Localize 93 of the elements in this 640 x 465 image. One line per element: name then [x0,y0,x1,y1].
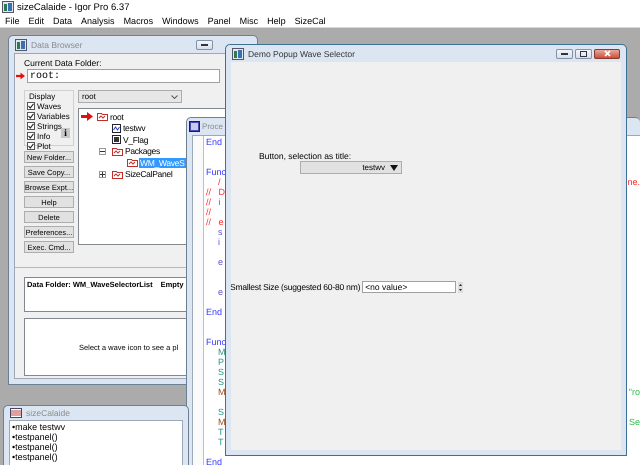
wave-icon [112,124,121,133]
tree-item[interactable]: SizeCalPanel [124,169,174,180]
checkbox[interactable] [27,102,35,110]
maximize-button[interactable] [575,48,592,58]
checkbox-label: Info [37,132,50,140]
tree-item[interactable]: testwv [122,123,146,134]
dropdown-triangle-icon [390,164,398,170]
code-text: T [218,427,224,437]
collapse-icon[interactable] [99,148,106,155]
menu-item[interactable]: Help [267,16,286,26]
code-text: // e [206,217,224,227]
checkbox-label: Variables [37,112,70,120]
current-folder-arrow-icon [16,72,25,80]
history-line: •testpanel() [12,442,59,452]
command-window-icon [10,408,22,418]
checkbox-label: Strings [37,122,62,130]
folder-icon [112,146,123,156]
minimize-icon [561,52,568,54]
menu-item[interactable]: Data [53,16,72,26]
code-text: "ro [628,387,640,397]
code-text: Func [206,167,226,177]
tree-item[interactable]: root [109,112,124,122]
window-title: Data Browser [31,40,82,50]
code-text: T [218,437,224,447]
tree-item[interactable]: V_Flag [122,134,150,145]
menu-item[interactable]: SizeCal [294,16,326,26]
code-text: S [218,407,224,417]
history-line: •testpanel() [12,432,59,442]
spinner-icon[interactable] [458,282,464,292]
window-title: Proce [202,122,223,131]
code-text: S [218,367,224,377]
minimize-icon [201,44,208,46]
code-text: e [218,257,224,267]
app-title: sizeCalaide - Igor Pro 6.37 [17,2,130,12]
size-field[interactable]: <no value> [362,281,456,293]
close-button[interactable] [594,48,620,58]
close-icon [604,50,610,57]
folder-dropdown[interactable]: root [78,90,182,103]
code-text: // i [206,197,221,207]
menu-item[interactable]: Misc [240,16,258,26]
code-text: // [206,207,212,217]
window-title: sizeCalaide [26,408,70,418]
info-button[interactable]: i [61,128,70,138]
code-text: End [206,137,222,147]
code-text: End [206,307,222,317]
checkbox[interactable] [27,132,35,140]
code-text: M [218,347,226,357]
procedure-icon [189,121,200,132]
code-text: S [218,377,224,387]
window-icon [232,48,244,60]
variable-icon [112,135,121,144]
code-text: ne. [627,177,640,187]
menu-item[interactable]: Analysis [81,16,115,26]
menu-item[interactable]: Windows [162,16,199,26]
minimize-button[interactable] [196,40,213,50]
popup-label: Button, selection as title: [259,151,352,161]
code-text: e [218,287,224,297]
menu-item[interactable]: Panel [208,16,231,26]
code-text: M [218,417,226,427]
checkbox[interactable] [27,112,35,120]
maximize-icon [580,50,587,56]
menu-item[interactable]: File [5,16,20,26]
folder-label: Current Data Folder: [24,58,102,68]
group-label: Display [29,92,56,101]
code-text: M [218,387,226,397]
expand-icon[interactable] [99,170,106,178]
code-text: s [218,227,222,237]
code-text: Func [206,337,226,347]
app-icon [2,1,14,13]
checkbox-label: Waves [37,102,62,110]
window-title: Demo Popup Wave Selector [248,48,355,58]
folder-icon [97,112,108,122]
menu-item[interactable]: Edit [28,16,44,26]
menu-item[interactable]: Macros [124,16,154,26]
checkbox[interactable] [27,122,35,130]
code-text: / [218,177,221,187]
code-text: End [206,457,222,465]
code-text: i [218,237,220,247]
wave-popup-button[interactable]: testwv [300,161,402,174]
window-icon [15,38,27,50]
folder-field[interactable]: root: [27,69,220,83]
history-line: •make testwv [12,422,66,432]
checkbox[interactable] [27,142,35,150]
tree-item[interactable]: Packages [124,146,161,156]
history-line: •testpanel() [12,452,59,462]
checkbox-label: Plot [37,142,51,150]
code-text: // D [206,187,226,197]
folder-icon [127,158,138,168]
code-text: Se [628,417,640,427]
minimize-button[interactable] [556,48,573,58]
code-text: P [218,357,224,367]
chevron-down-icon [171,94,178,98]
folder-icon [112,170,123,179]
